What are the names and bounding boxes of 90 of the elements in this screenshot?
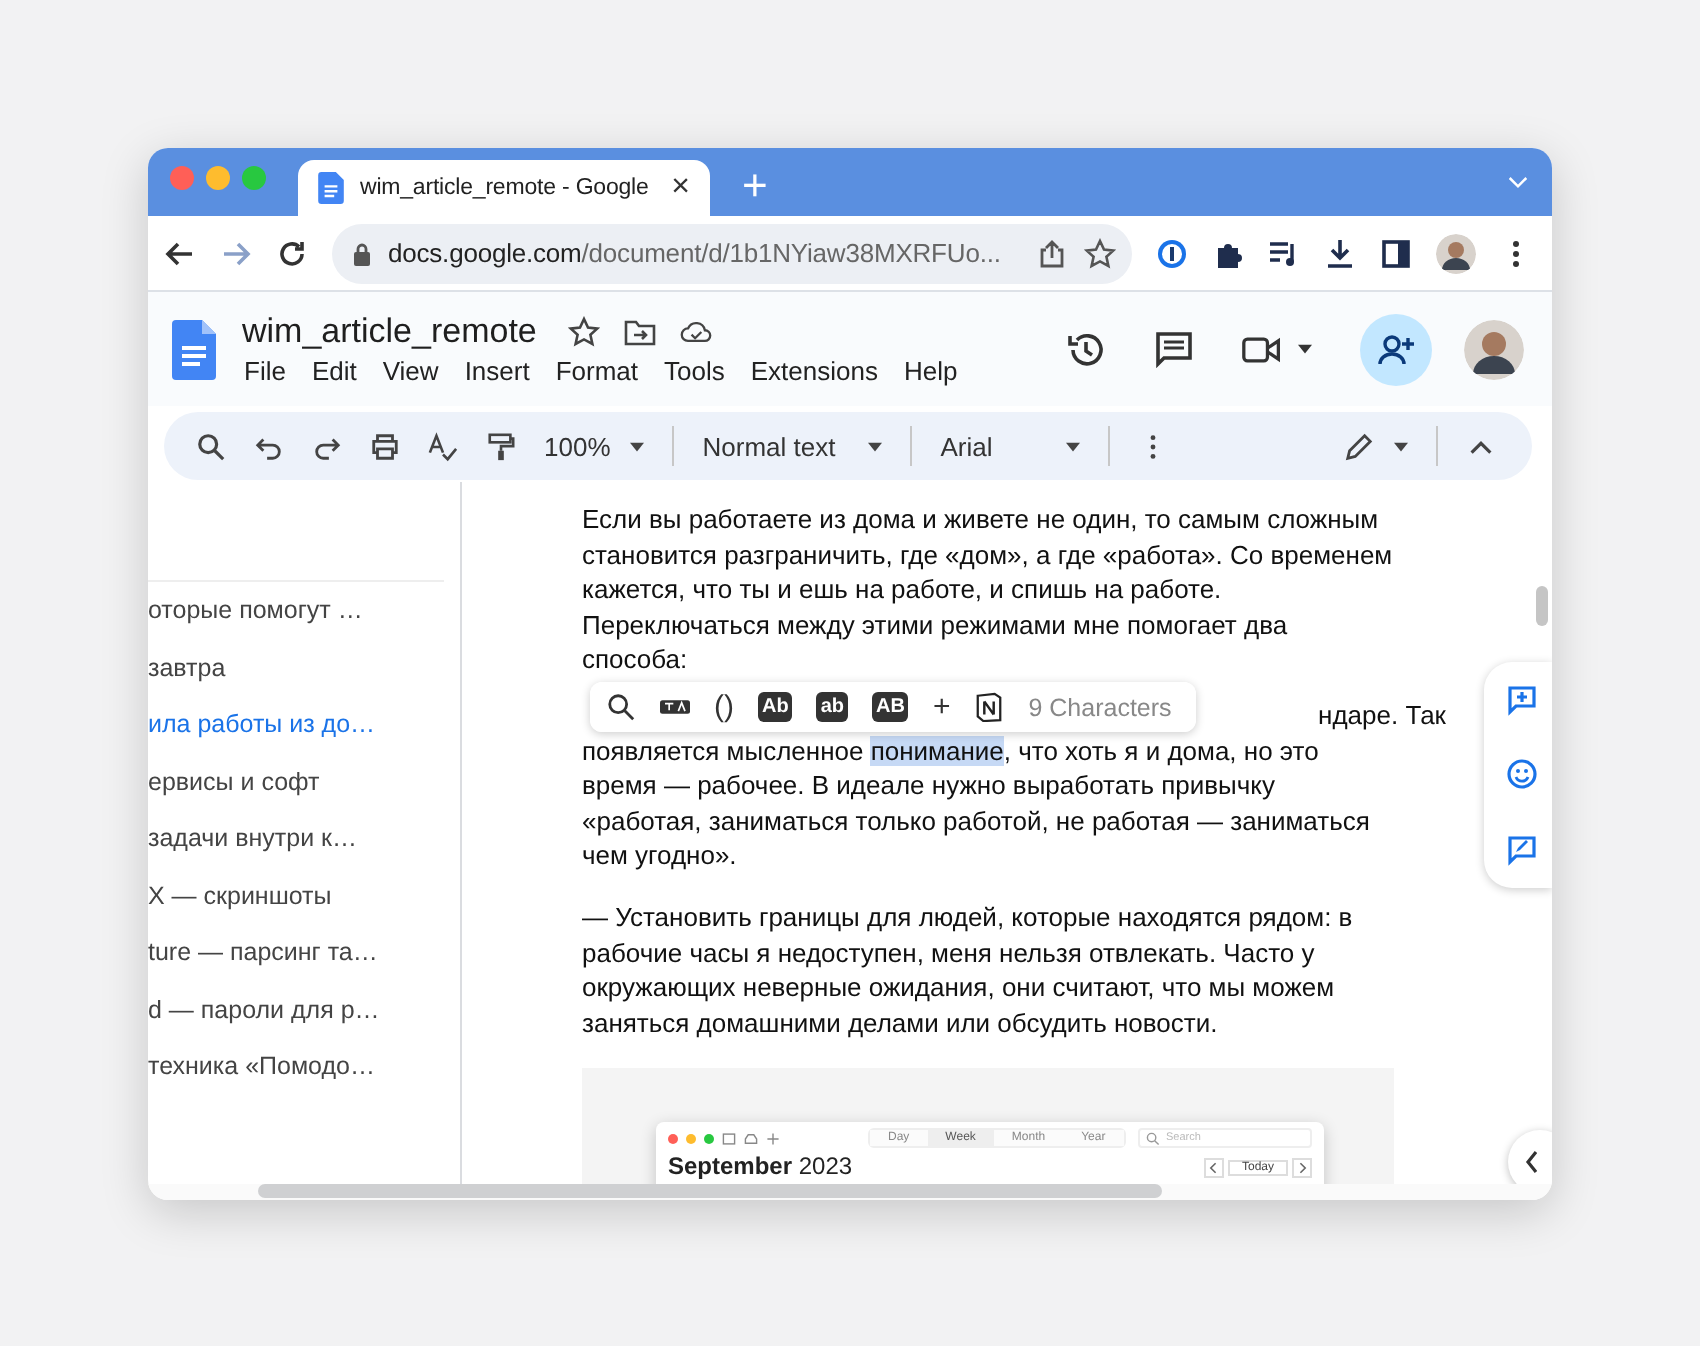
sidebar-icon[interactable] xyxy=(1380,237,1412,269)
notion-icon[interactable] xyxy=(974,692,1005,722)
paragraph-fragment: ндаре. Так xyxy=(1318,700,1446,730)
chevron-left-icon xyxy=(1524,1150,1540,1174)
outline-item[interactable]: ture — парсинг та… xyxy=(148,924,460,981)
avatar-icon[interactable] xyxy=(1436,233,1476,273)
comment-icon[interactable] xyxy=(1154,329,1194,369)
add-person-icon xyxy=(1376,329,1416,369)
docs-icon xyxy=(318,172,344,204)
case-button[interactable]: Ab xyxy=(758,692,793,722)
docs-logo-icon[interactable] xyxy=(172,319,216,379)
minimize-window-dot[interactable] xyxy=(206,166,230,190)
paragraph: — Установить границы для людей, которые находятся рядом: в рабочие часы я недоступен, меня нельзя отвлекать. Часто у окружающих неверные ожидания, они считают, что мы можем заняться домашними делами или обсудить новости. xyxy=(582,900,1355,1040)
zoom-window-dot[interactable] xyxy=(242,166,266,190)
playlist-icon[interactable] xyxy=(1268,237,1300,269)
brackets-button[interactable]: () xyxy=(714,690,734,724)
scrollbar-thumb[interactable] xyxy=(1536,586,1548,626)
tab-title: wim_article_remote - Google xyxy=(360,176,651,200)
outline-item[interactable]: оторые помогут … xyxy=(148,582,460,639)
caret-icon xyxy=(1298,344,1312,354)
back-icon[interactable] xyxy=(164,237,196,269)
caret-icon xyxy=(1394,441,1408,451)
forward-icon[interactable] xyxy=(220,237,252,269)
search-icon xyxy=(1146,1131,1160,1145)
spellcheck-icon[interactable] xyxy=(428,431,458,461)
caret-icon xyxy=(1066,441,1081,451)
editing-mode-dropdown[interactable] xyxy=(1344,431,1408,461)
menu-item[interactable]: View xyxy=(382,356,439,386)
cloud-icon[interactable] xyxy=(680,316,713,348)
avatar-icon[interactable] xyxy=(1464,319,1524,379)
menu-item[interactable]: Insert xyxy=(464,356,530,386)
next-icon xyxy=(1292,1157,1312,1177)
address-bar[interactable]: docs.google.com/document/d/1b1NYiaw38MXRFUo... xyxy=(332,223,1132,283)
url-text: docs.google.com/document/d/1b1NYiaw38MXRFUo... xyxy=(388,238,1003,268)
star-icon[interactable] xyxy=(1084,237,1116,269)
add-comment-icon[interactable] xyxy=(1506,683,1538,716)
search-icon[interactable] xyxy=(606,692,636,722)
emoji-icon[interactable] xyxy=(1506,758,1538,791)
calendar-icon xyxy=(722,1131,736,1145)
password-manager-icon[interactable] xyxy=(1156,237,1188,269)
outline-item[interactable]: задачи внутри к… xyxy=(148,810,460,867)
close-window-dot[interactable] xyxy=(170,166,194,190)
outline-item[interactable]: техника «Помодо… xyxy=(148,1038,460,1095)
outline-item[interactable]: d — пароли для р… xyxy=(148,981,460,1038)
menu-item[interactable]: File xyxy=(244,356,286,386)
zoom-dropdown[interactable]: 100% xyxy=(544,431,645,461)
lock-icon xyxy=(352,241,372,265)
share-icon[interactable] xyxy=(1036,237,1068,269)
chevron-down-icon[interactable] xyxy=(1508,176,1528,190)
paragraph: Если вы работаете из дома и живете не один, то самым сложным становится разграничить, где «дом», а где «работа». Со временем кажется, что ты и ешь на работе, и спишь на работе. Переключаться между этими режимами мне помогает два способа: xyxy=(582,502,1394,677)
case-button[interactable]: ab xyxy=(816,692,849,722)
search-icon[interactable] xyxy=(196,431,226,461)
font-dropdown[interactable]: Arial xyxy=(940,431,1081,461)
inbox-icon xyxy=(744,1131,758,1145)
scrollbar-thumb[interactable] xyxy=(258,1184,1162,1198)
reload-icon[interactable] xyxy=(276,237,308,269)
outline-item[interactable]: ервисы и софт xyxy=(148,753,460,810)
document-title[interactable]: wim_article_remote xyxy=(242,312,537,352)
caret-icon xyxy=(630,441,645,451)
menu-item[interactable]: Format xyxy=(555,356,638,386)
download-icon[interactable] xyxy=(1324,237,1356,269)
caret-icon xyxy=(868,441,883,451)
paragraph: появляется мысленное понимание, что хоть я и дома, но это время — рабочее. В идеале нужно выработать привычку «работая, заниматься только работой, не работая — заниматься чем угодно». xyxy=(582,733,1372,873)
move-folder-icon[interactable] xyxy=(624,316,657,348)
paint-format-icon[interactable] xyxy=(486,431,516,461)
previous-icon xyxy=(1203,1157,1224,1177)
pencil-icon xyxy=(1344,431,1374,461)
character-count: 9 Characters xyxy=(1028,693,1172,721)
menu-item[interactable]: Extensions xyxy=(750,356,878,386)
outline-item[interactable]: X — скриншоты xyxy=(148,867,460,924)
plus-icon xyxy=(766,1131,780,1145)
print-icon[interactable] xyxy=(370,431,400,461)
menu-item[interactable]: Edit xyxy=(311,356,357,386)
window-dot xyxy=(686,1133,696,1143)
history-icon[interactable] xyxy=(1066,329,1106,369)
add-button[interactable]: + xyxy=(932,690,951,724)
month-heading: September 2023 xyxy=(668,1154,853,1180)
outline-item[interactable]: ила работы из до… xyxy=(148,696,460,753)
browser-tab[interactable]: wim_article_remote - Google × xyxy=(298,160,710,216)
window-dot xyxy=(668,1133,678,1143)
menu-item[interactable]: Tools xyxy=(664,356,725,386)
share-button[interactable] xyxy=(1360,313,1432,385)
menu-item[interactable]: Help xyxy=(903,356,958,386)
outline-item[interactable]: завтра xyxy=(148,639,460,696)
style-dropdown[interactable]: Normal text xyxy=(702,431,883,461)
close-icon[interactable]: × xyxy=(671,170,690,206)
case-button[interactable]: AB xyxy=(872,692,909,722)
suggest-edit-icon[interactable] xyxy=(1506,834,1538,867)
star-icon[interactable] xyxy=(568,316,601,348)
window-dot xyxy=(704,1133,714,1143)
